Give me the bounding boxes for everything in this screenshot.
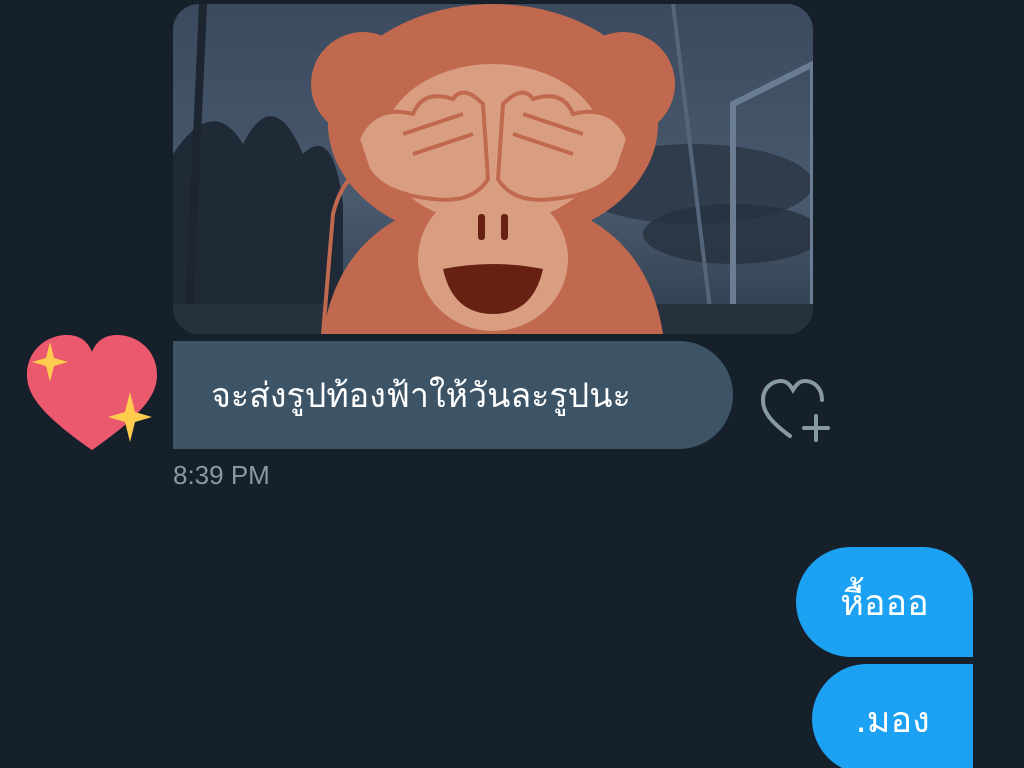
message-timestamp: 8:39 PM [173,460,270,490]
see-no-evil-monkey-icon [311,4,675,334]
outgoing-message-bubble[interactable]: .มอง [812,664,973,768]
incoming-message-text: จะส่งรูปท้องฟ้าให้วันละรูปนะ [211,376,631,416]
outgoing-message-text: หื้อออ [840,582,929,624]
sky-photo-message[interactable] [173,4,813,334]
outgoing-message-bubble[interactable]: หื้อออ [796,547,973,657]
sparkling-heart-icon [27,335,157,450]
incoming-message-bubble[interactable]: จะส่งรูปท้องฟ้าให้วันละรูปนะ [173,341,733,449]
dm-conversation: จะส่งรูปท้องฟ้าให้วันละรูปนะ 8:39 PM หื้… [0,0,1024,768]
heart-plus-icon[interactable] [758,376,838,446]
outgoing-message-text: .มอง [855,699,930,741]
